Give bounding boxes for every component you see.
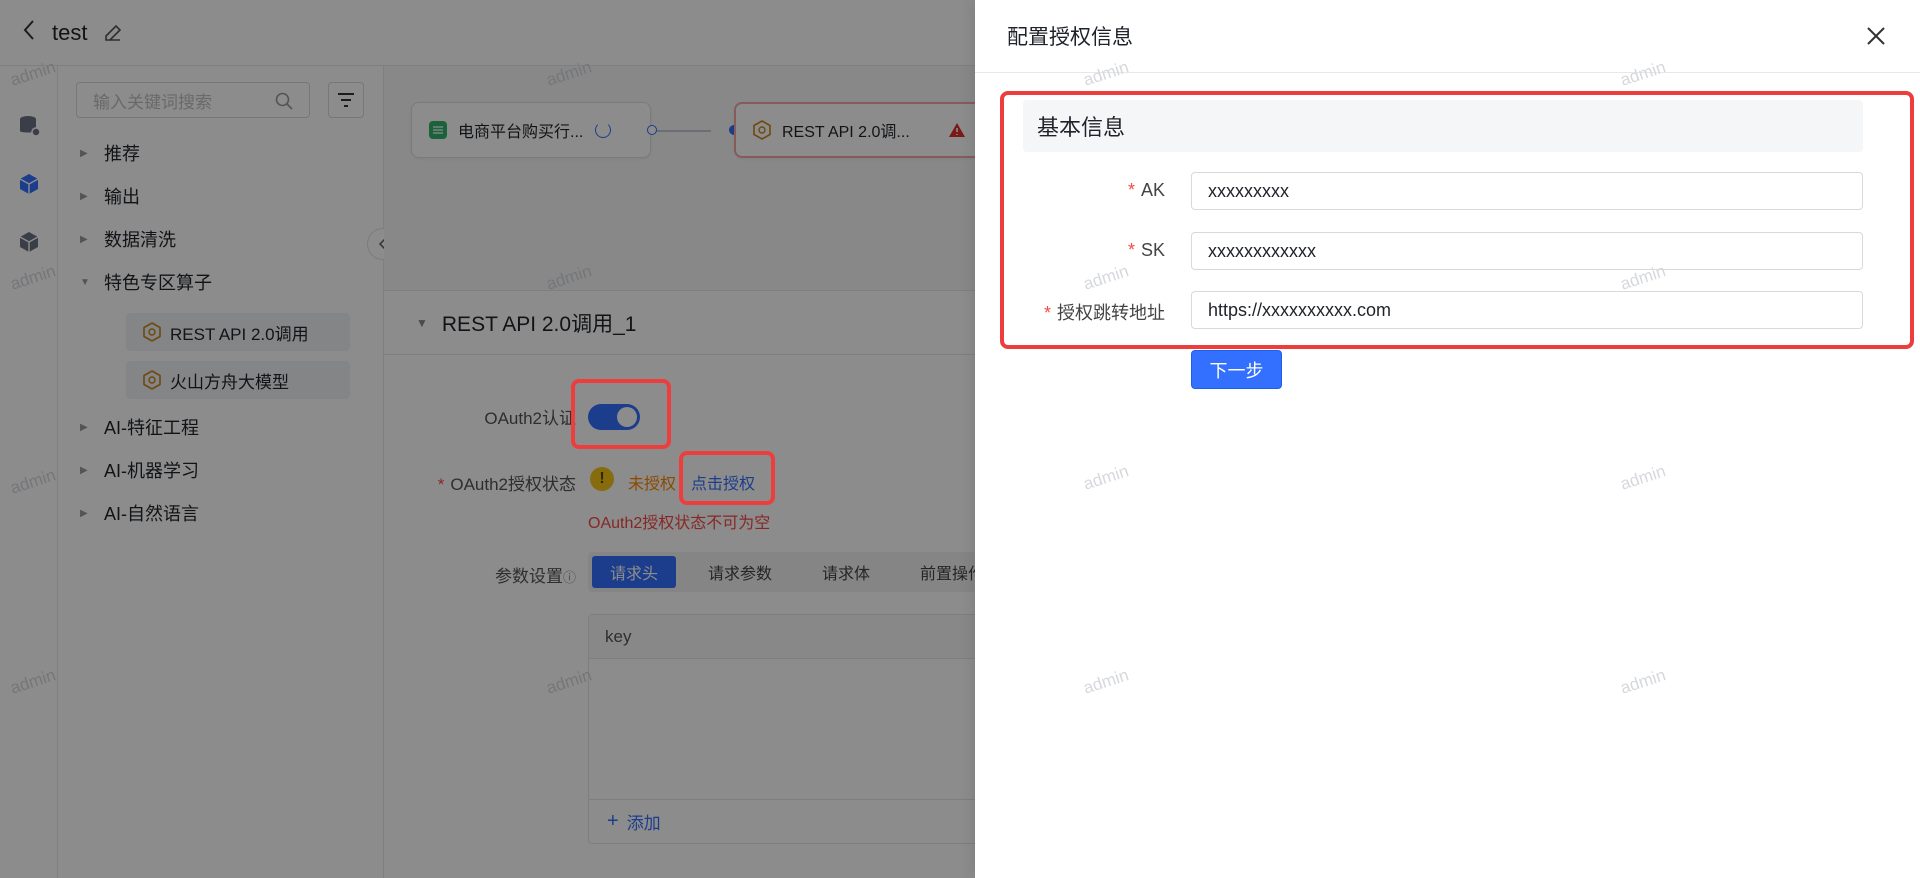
modal-mask[interactable]	[0, 0, 975, 878]
drawer-title: 配置授权信息	[1007, 26, 1133, 49]
highlight-box-toggle	[571, 379, 671, 449]
highlight-box-authorize	[679, 451, 775, 505]
watermark: admin	[1618, 461, 1668, 494]
watermark: admin	[1081, 461, 1131, 494]
close-icon[interactable]	[1862, 22, 1890, 50]
watermark: admin	[1618, 665, 1668, 698]
next-step-button[interactable]: 下一步	[1191, 350, 1282, 389]
watermark: admin	[1081, 665, 1131, 698]
highlight-box-form	[1000, 91, 1914, 349]
